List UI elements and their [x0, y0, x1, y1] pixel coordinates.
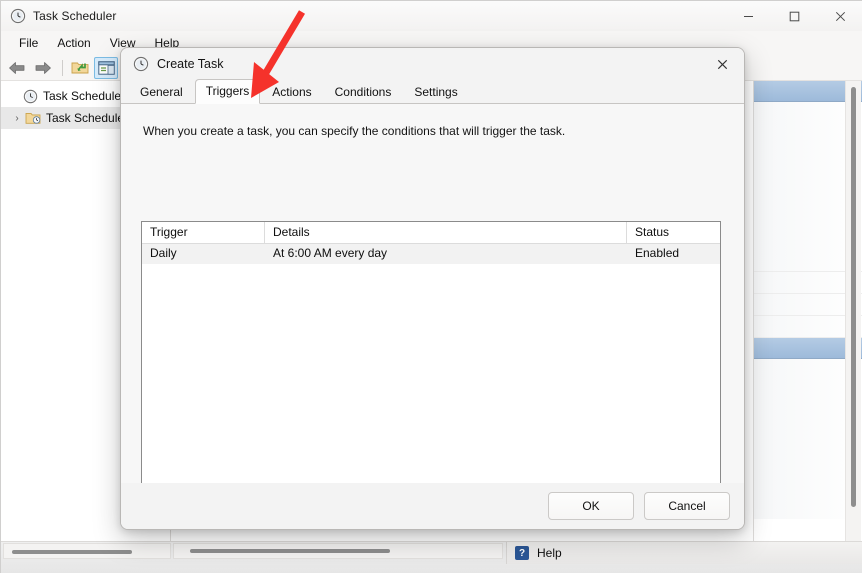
- triggers-listview[interactable]: Trigger Details Status Daily At 6:00 AM …: [141, 221, 721, 496]
- panel-icon[interactable]: [94, 56, 118, 79]
- folder-arrow-icon[interactable]: [68, 57, 92, 79]
- tree-item-label: Task Schedule: [46, 111, 125, 125]
- dialog-footer: OK Cancel: [121, 483, 744, 529]
- separator: [62, 59, 63, 76]
- horizontal-scrollbar-tree[interactable]: [3, 543, 171, 559]
- vertical-scrollbar[interactable]: [845, 81, 861, 541]
- clock-icon: [23, 89, 38, 104]
- tab-general[interactable]: General: [129, 80, 194, 104]
- tab-settings[interactable]: Settings: [403, 80, 468, 104]
- triggers-tab-page: When you create a task, you can specify …: [121, 104, 744, 529]
- dialog-titlebar: Create Task: [121, 48, 744, 80]
- close-icon[interactable]: [700, 48, 744, 80]
- main-titlebar: Task Scheduler: [1, 1, 862, 31]
- horizontal-scrollbar-list[interactable]: [173, 543, 503, 559]
- column-header-status[interactable]: Status: [627, 222, 720, 244]
- dialog-tabstrip: General Triggers Actions Conditions Sett…: [121, 79, 744, 104]
- maximize-icon[interactable]: [771, 1, 817, 31]
- arrow-right-icon[interactable]: [31, 57, 55, 79]
- status-strip: ? Help: [1, 541, 862, 573]
- help-label: Help: [537, 546, 562, 560]
- ok-button[interactable]: OK: [548, 492, 634, 520]
- arrow-left-icon[interactable]: [5, 57, 29, 79]
- minimize-icon[interactable]: [725, 1, 771, 31]
- column-header-details[interactable]: Details: [265, 222, 627, 244]
- cell-details: At 6:00 AM every day: [273, 246, 388, 260]
- table-row[interactable]: Daily At 6:00 AM every day Enabled: [142, 244, 720, 264]
- scrollbar-thumb[interactable]: [190, 549, 390, 553]
- help-bar[interactable]: ? Help: [506, 542, 862, 564]
- cell-status: Enabled: [635, 246, 680, 260]
- cell-trigger: Daily: [150, 246, 177, 260]
- cancel-button[interactable]: Cancel: [644, 492, 730, 520]
- tab-triggers[interactable]: Triggers: [194, 79, 261, 104]
- scrollbar-thumb[interactable]: [851, 87, 856, 507]
- tab-actions[interactable]: Actions: [261, 80, 322, 104]
- triggers-description: When you create a task, you can specify …: [143, 124, 566, 138]
- help-icon: ?: [515, 546, 529, 560]
- menu-item-file[interactable]: File: [10, 33, 47, 53]
- tab-conditions[interactable]: Conditions: [324, 80, 403, 104]
- dialog-title: Create Task: [157, 57, 224, 71]
- scrollbar-thumb[interactable]: [12, 550, 132, 554]
- main-window-title: Task Scheduler: [33, 9, 117, 23]
- app-root: Task Scheduler File Action View Help Tas…: [0, 0, 862, 573]
- close-icon[interactable]: [817, 1, 862, 31]
- menu-item-action[interactable]: Action: [48, 33, 99, 53]
- tree-expander[interactable]: ›: [9, 113, 25, 124]
- window-controls: [725, 1, 862, 31]
- create-task-dialog: Create Task General Triggers Actions Con…: [120, 47, 745, 530]
- listview-header: Trigger Details Status: [142, 222, 720, 244]
- folder-clock-icon: [25, 111, 41, 125]
- clock-icon: [133, 56, 149, 72]
- clock-icon: [10, 8, 26, 24]
- column-header-trigger[interactable]: Trigger: [142, 222, 265, 244]
